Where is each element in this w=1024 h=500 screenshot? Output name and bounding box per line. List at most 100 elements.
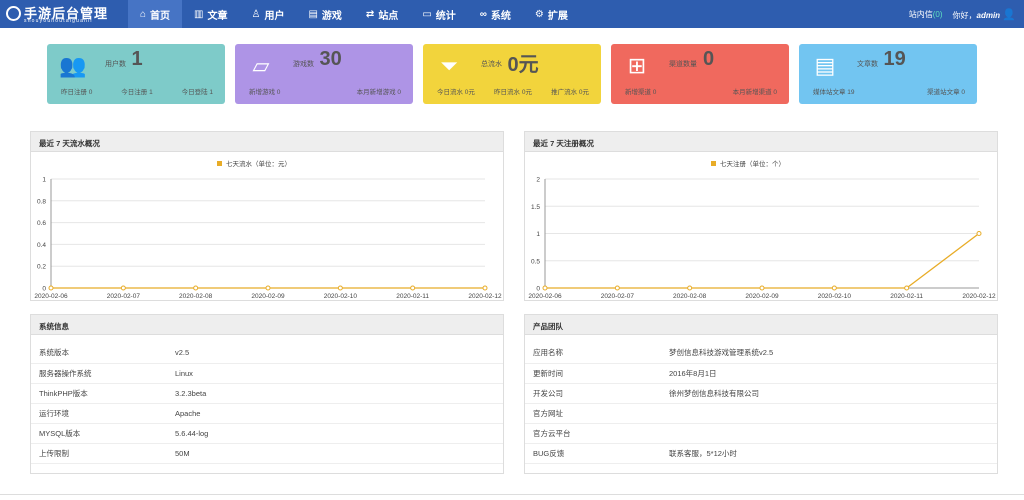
data-point [266, 286, 270, 290]
stat-detail: 媒体站文章 19 [813, 86, 855, 96]
row-value: 2016年8月1日 [661, 363, 997, 383]
stat-detail: 本月新增渠道 0 [733, 86, 777, 96]
x-tick-label: 2020-02-12 [962, 293, 996, 300]
row-value: 50M [167, 443, 503, 463]
x-tick-label: 2020-02-06 [528, 293, 562, 300]
x-tick-label: 2020-02-10 [324, 293, 358, 300]
home-icon: ⌂ [140, 9, 146, 20]
data-point [832, 286, 836, 290]
y-tick-label: 0 [42, 286, 46, 293]
data-point [411, 286, 415, 290]
row-value: 3.2.3beta [167, 383, 503, 403]
data-point [338, 286, 342, 290]
logo[interactable]: 手游后台管理 shouyouhoutaiguanli [6, 3, 126, 25]
stat-card-0[interactable]: 👥 用户数 1 昨日注册 0今日注册 1今日登陆 1 [47, 44, 225, 104]
user-menu[interactable]: 你好，admin 👤 [953, 8, 1017, 21]
nav-item-5[interactable]: ▭ 统计 [410, 0, 467, 28]
legend-marker [217, 161, 222, 166]
row-value: 梦创信息科技游戏管理系统v2.5 [661, 343, 997, 363]
table-row: BUG反馈联系客服，5*12小时 [525, 443, 997, 463]
revenue-line-chart: 00.20.40.60.812020-02-062020-02-072020-0… [31, 152, 505, 302]
user-icon: ♙ [252, 9, 261, 20]
stat-value: 19 [884, 48, 906, 71]
table-row: 官方云平台 [525, 423, 997, 443]
row-value: 5.6.44-log [167, 423, 503, 443]
table-row: 运行环境Apache [31, 403, 503, 423]
row-label: MYSQL版本 [31, 423, 167, 443]
stat-value: 30 [320, 48, 342, 71]
table-row: 开发公司徐州梦创信息科技有限公司 [525, 383, 997, 403]
gamepad-icon: ▱ [247, 54, 275, 78]
nav-item-label: 扩展 [548, 7, 568, 22]
x-tick-label: 2020-02-10 [818, 293, 852, 300]
y-tick-label: 0.2 [37, 264, 46, 271]
y-tick-label: 0.6 [37, 220, 46, 227]
nav-item-4[interactable]: ⇄站点 [354, 0, 410, 28]
x-tick-label: 2020-02-09 [745, 293, 779, 300]
stat-detail: 渠道站文章 0 [927, 86, 965, 96]
stat-detail: 推广流水 0元 [551, 86, 589, 96]
y-tick-label: 1.5 [531, 204, 540, 211]
stat-detail: 昨日注册 0 [61, 86, 92, 96]
gear-icon: ⚙ [535, 9, 544, 20]
table-row: 上传限制50M [31, 443, 503, 463]
stat-card-3[interactable]: ⊞ 渠道数量 0 新增渠道 0本月新增渠道 0 [611, 44, 789, 104]
row-label: ThinkPHP版本 [31, 383, 167, 403]
link-icon: ∞ [480, 9, 487, 20]
table-row: 服务器操作系统Linux [31, 363, 503, 383]
nav-item-7[interactable]: ⚙ 扩展 [523, 0, 580, 28]
table-row: 官方网址 [525, 403, 997, 423]
nav-item-label: 用户 [264, 7, 284, 22]
table-row: 应用名称梦创信息科技游戏管理系统v2.5 [525, 343, 997, 363]
row-label: 上传限制 [31, 443, 167, 463]
stat-value: 1 [132, 48, 143, 71]
nav-item-1[interactable]: ▥文章 [182, 0, 239, 28]
nav-item-label: 文章 [208, 7, 228, 22]
stat-detail: 新增渠道 0 [625, 86, 656, 96]
data-point [615, 286, 619, 290]
product-team-table: 应用名称梦创信息科技游戏管理系统v2.5更新时间2016年8月1日开发公司徐州梦… [525, 343, 997, 464]
stat-card-4[interactable]: ▤ 文章数 19 媒体站文章 19渠道站文章 0 [799, 44, 977, 104]
messages-count: (0) [933, 10, 943, 19]
nav-item-label: 统计 [436, 7, 456, 22]
x-tick-label: 2020-02-09 [251, 293, 285, 300]
stat-label: 文章数 [857, 59, 878, 69]
system-info-table: 系统版本v2.5服务器操作系统LinuxThinkPHP版本3.2.3beta运… [31, 343, 503, 464]
messages-label: 站内信 [909, 10, 933, 19]
panel-title: 最近 7 天流水概况 [31, 132, 503, 152]
row-label: 开发公司 [525, 383, 661, 403]
stat-card-2[interactable]: ⏷ 总流水 0元 今日流水 0元昨日流水 0元推广流水 0元 [423, 44, 601, 104]
x-tick-label: 2020-02-11 [396, 293, 429, 300]
row-value: 徐州梦创信息科技有限公司 [661, 383, 997, 403]
table-row: 系统版本v2.5 [31, 343, 503, 363]
stat-label: 游戏数 [293, 59, 314, 69]
nav-item-6[interactable]: ∞系统 [468, 0, 523, 28]
panel-title: 产品团队 [525, 315, 997, 335]
stat-card-1[interactable]: ▱ 游戏数 30 新增游戏 0本月新增游戏 0 [235, 44, 413, 104]
users-icon: 👥 [59, 54, 87, 78]
stat-detail: 今日登陆 1 [182, 86, 213, 96]
greeting: 你好， [953, 11, 977, 20]
data-point [688, 286, 692, 290]
stat-detail: 今日流水 0元 [437, 86, 475, 96]
row-label: 系统版本 [31, 343, 167, 363]
row-label: 应用名称 [525, 343, 661, 363]
monitor-icon: ▭ [422, 9, 431, 20]
messages-link[interactable]: 站内信(0) [909, 9, 943, 20]
table-row: 更新时间2016年8月1日 [525, 363, 997, 383]
legend-label: 七天注册（单位：个） [720, 159, 785, 168]
x-tick-label: 2020-02-07 [601, 293, 635, 300]
row-label: 运行环境 [31, 403, 167, 423]
system-info-panel: 系统信息 系统版本v2.5服务器操作系统LinuxThinkPHP版本3.2.3… [30, 314, 504, 474]
data-point [905, 286, 909, 290]
row-value: v2.5 [167, 343, 503, 363]
panel-title: 最近 7 天注册概况 [525, 132, 997, 152]
nav-item-2[interactable]: ♙用户 [240, 0, 297, 28]
nav-item-0[interactable]: ⌂首页 [128, 0, 182, 28]
funnel-icon: ⏷ [435, 54, 463, 78]
y-tick-label: 1 [536, 231, 540, 238]
data-point [121, 286, 125, 290]
sitemap-icon: ⊞ [623, 54, 651, 78]
nav-item-3[interactable]: ▤游戏 [296, 0, 353, 28]
stat-detail: 昨日流水 0元 [494, 86, 532, 96]
